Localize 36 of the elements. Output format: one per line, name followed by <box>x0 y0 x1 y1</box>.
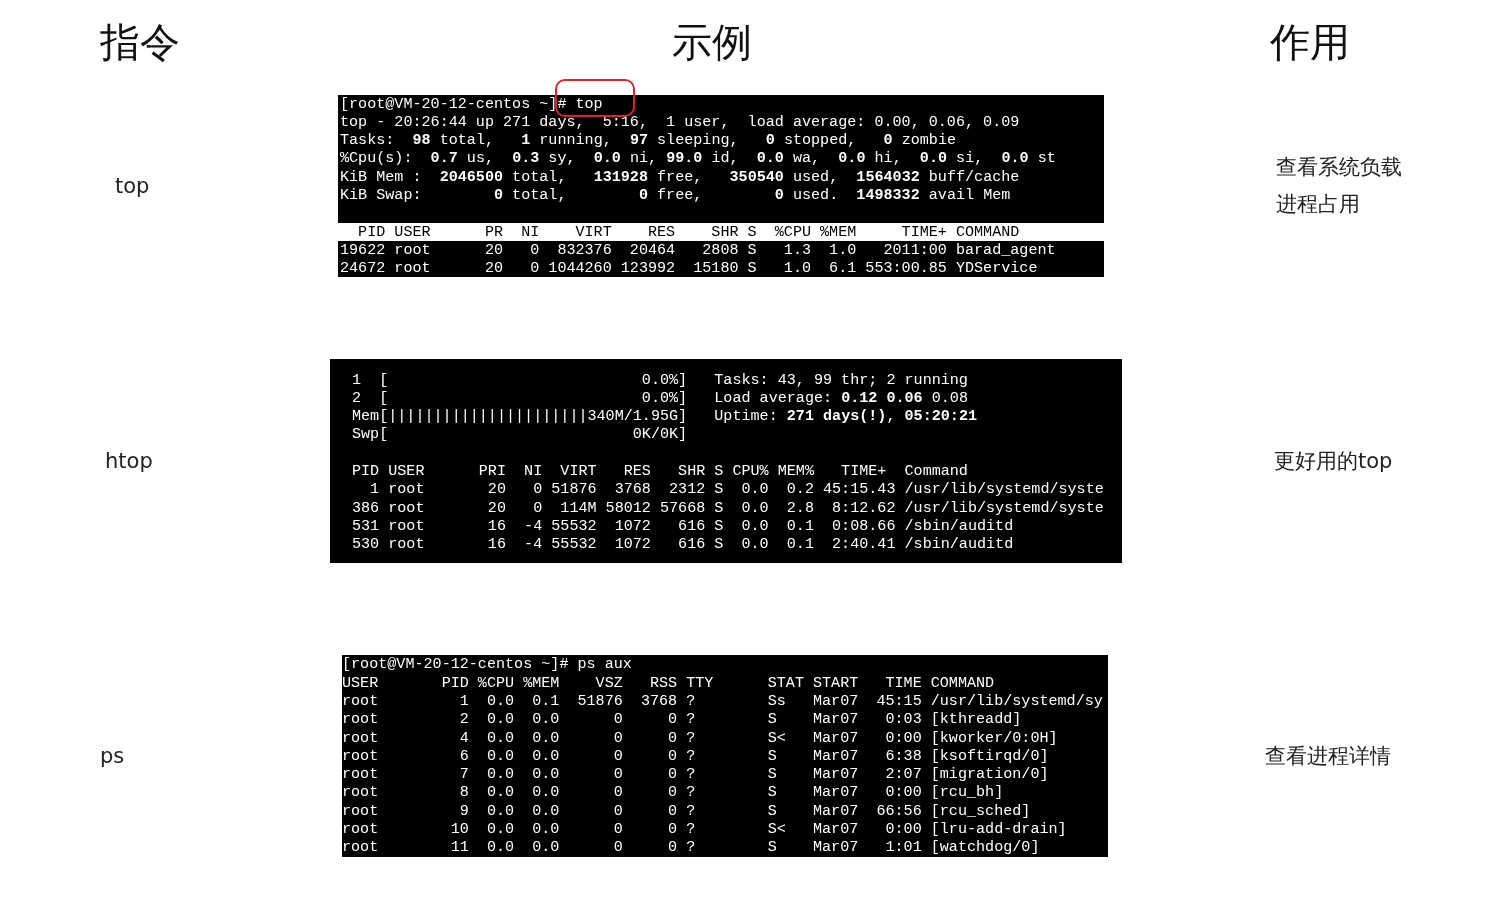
purpose-text: 更好用的top <box>1274 447 1394 475</box>
terminal-line: Swp[ 0K/0K] <box>352 425 689 444</box>
terminal-line: root 1 0.0 0.1 51876 3768 ? Ss Mar07 45:15 /usr/lib/systemd/sy <box>342 691 1104 711</box>
purpose-text: 查看系统负载进程占用 <box>1276 154 1403 218</box>
terminal-line: USER PID %CPU %MEM VSZ RSS TTY STAT START TIME COMMAND <box>342 673 996 692</box>
terminal-line: 386 root 20 0 114M 58012 57668 S 0.0 2.8 8:12.62 /usr/lib/systemd/syste <box>352 498 1105 517</box>
terminal-line: 24672 root 20 0 1044260 123992 15180 S 1.0 6.1 553:00.85 YDService <box>340 259 1039 278</box>
terminal-line: KiB Swap: 0 total, 0 free, 0 used. 1498332 avail Mem <box>340 186 1012 205</box>
column-heading: 示例 <box>672 19 752 65</box>
column-heading: 作用 <box>1270 19 1350 65</box>
command-name: top <box>115 174 150 198</box>
terminal-line: root 2 0.0 0.0 0 0 ? S Mar07 0:03 [kthreadd] <box>342 710 1023 729</box>
terminal-line: [root@VM-20-12-centos ~]# ps aux <box>342 655 633 674</box>
terminal-line: Tasks: 98 total, 1 running, 97 sleeping, 0 stopped, 0 zombie <box>340 131 957 150</box>
terminal-line: Mem[||||||||||||||||||||||340M/1.95G] Uptime: 271 days(!), 05:20:21 <box>352 407 978 426</box>
terminal-line: root 7 0.0 0.0 0 0 ? S Mar07 2:07 [migration/0] <box>342 765 1050 784</box>
terminal-line: KiB Mem : 2046500 total, 131928 free, 350540 used, 1564032 buff/cache <box>340 167 1021 186</box>
command-name: htop <box>105 449 153 473</box>
terminal-line: root 11 0.0 0.0 0 0 ? S Mar07 1:01 [watchdog/0] <box>342 838 1041 857</box>
terminal-line: %Cpu(s): 0.7 us, 0.3 sy, 0.0 ni, 99.0 id, 0.0 wa, 0.0 hi, 0.0 si, 0.0 st <box>340 149 1057 168</box>
terminal-line: 530 root 16 -4 55532 1072 616 S 0.0 0.1 2:40.41 /sbin/auditd <box>352 535 1015 554</box>
terminal-line: root 9 0.0 0.0 0 0 ? S Mar07 66:56 [rcu_sched] <box>342 801 1032 821</box>
column-heading: 指令 <box>100 19 180 65</box>
purpose-text: 查看进程详情 <box>1265 742 1392 770</box>
terminal-line: PID USER PRI NI VIRT RES SHR S CPU% MEM% TIME+ Command <box>352 462 969 481</box>
terminal-line: root 6 0.0 0.0 0 0 ? S Mar07 6:38 [ksoftirqd/0] <box>342 746 1050 766</box>
command-name: ps <box>100 744 125 768</box>
terminal-line: root 8 0.0 0.0 0 0 ? S Mar07 0:00 [rcu_bh] <box>342 783 1005 802</box>
terminal-line: 2 [ 0.0%] Load average: 0.12 0.06 0.08 <box>352 388 969 408</box>
terminal-line: 1 [ 0.0%] Tasks: 43, 99 thr; 2 running <box>352 370 969 389</box>
terminal-line: 531 root 16 -4 55532 1072 616 S 0.0 0.1 0:08.66 /sbin/auditd <box>352 516 1015 536</box>
terminal-line: 19622 root 20 0 832376 20464 2808 S 1.3 1.0 2011:00 barad_agent <box>340 240 1057 260</box>
terminal-line: root 10 0.0 0.0 0 0 ? S< Mar07 0:00 [lru-add-drain] <box>342 820 1068 839</box>
terminal-line: root 4 0.0 0.0 0 0 ? S< Mar07 0:00 [kworker/0:0H] <box>342 728 1059 747</box>
terminal-line: 1 root 20 0 51876 3768 2312 S 0.0 0.2 45:15.43 /usr/lib/systemd/syste <box>369 480 1105 499</box>
terminal-header-row: PID USER PR NI VIRT RES SHR S %CPU %MEM TIME+ COMMAND <box>338 222 1104 241</box>
